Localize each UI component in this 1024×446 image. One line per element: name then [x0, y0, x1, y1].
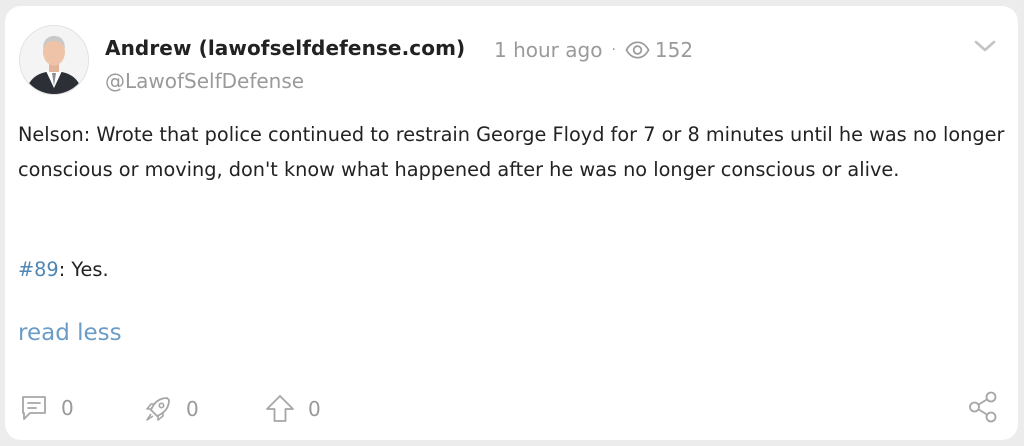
timestamp: 1 hour ago — [494, 38, 603, 62]
boost-button[interactable]: 0 — [142, 393, 199, 425]
meta-separator: · — [611, 42, 616, 58]
upvote-count: 0 — [308, 397, 321, 421]
hashtag-line: #89: Yes. — [18, 258, 109, 282]
read-less-link[interactable]: read less — [18, 320, 122, 346]
comment-button[interactable]: 0 — [19, 393, 74, 423]
arrow-up-icon — [266, 395, 294, 422]
share-icon[interactable] — [967, 390, 999, 424]
avatar[interactable] — [19, 25, 89, 95]
rocket-icon — [146, 397, 170, 421]
post-card: Andrew (lawofselfdefense.com) 1 hour ago… — [5, 6, 1018, 440]
author-handle[interactable]: @LawofSelfDefense — [105, 69, 304, 93]
hashtag-link[interactable]: #89 — [18, 258, 59, 281]
hashtag-suffix: : Yes. — [58, 258, 109, 281]
chevron-down-icon[interactable] — [974, 39, 996, 53]
view-count: 152 — [654, 38, 694, 62]
comment-count: 0 — [61, 396, 74, 420]
author-photo — [20, 26, 88, 94]
comment-icon — [22, 396, 46, 420]
post-body: Nelson: Wrote that police continued to r… — [18, 123, 1005, 181]
author-name[interactable]: Andrew (lawofselfdefense.com) — [105, 36, 465, 60]
boost-count: 0 — [186, 397, 199, 421]
post-meta: 1 hour ago · 152 — [494, 38, 693, 62]
eye-icon — [625, 41, 650, 59]
upvote-button[interactable]: 0 — [264, 393, 321, 425]
